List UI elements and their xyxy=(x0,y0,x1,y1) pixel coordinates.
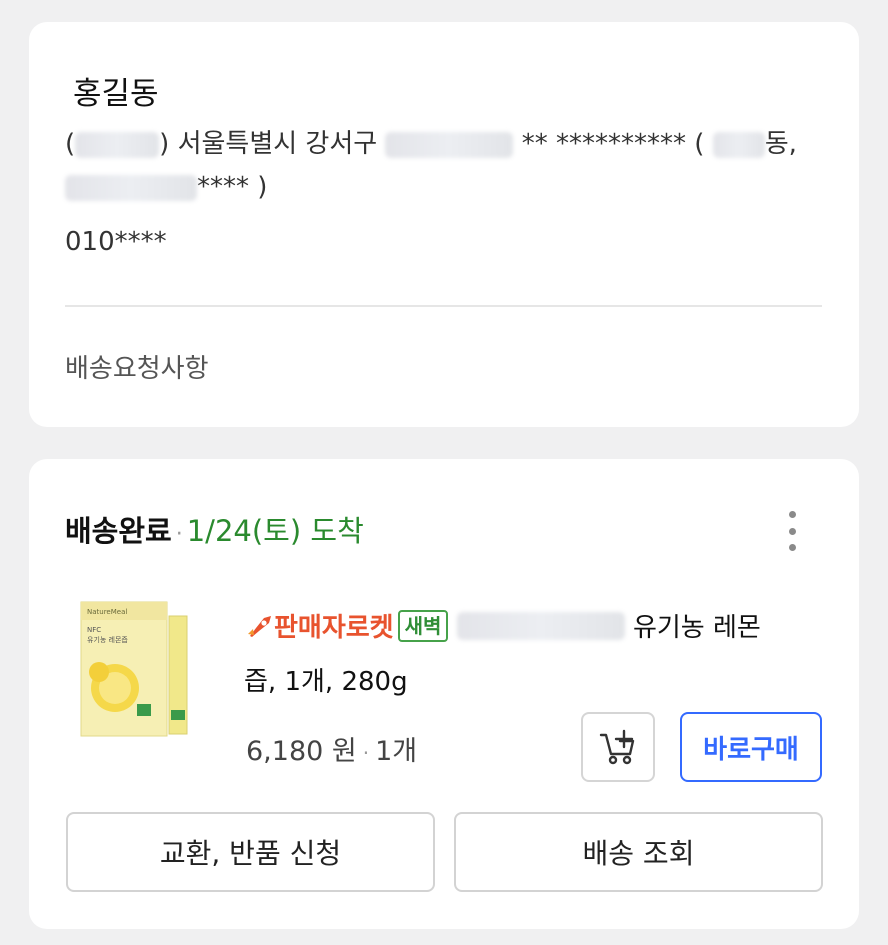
track-delivery-button[interactable]: 배송 조회 xyxy=(454,812,823,892)
rocket-icon xyxy=(248,616,271,637)
product-title[interactable]: 판매자로켓 새벽 유기농 레몬 즙, 1개, 280g xyxy=(244,601,844,709)
product-title-line2: 즙, 1개, 280g xyxy=(244,667,408,697)
arrival-date: 1/24(토) 도착 xyxy=(186,514,364,548)
recipient-name: 홍길동 xyxy=(73,76,159,112)
delivery-status: 배송완료 xyxy=(65,514,172,548)
delivery-request-link[interactable]: 배송요청사항 xyxy=(65,348,209,385)
add-to-cart-icon xyxy=(599,729,635,765)
address-paren-open: ( xyxy=(65,129,76,159)
product-title-visible: 유기농 레몬 xyxy=(632,613,761,643)
svg-text:NFC: NFC xyxy=(87,626,101,634)
dawn-delivery-badge: 새벽 xyxy=(397,610,449,642)
product-thumbnail[interactable]: NatureMeal NFC 유기농 레몬즙 xyxy=(75,592,201,742)
address-line-2: **** ) xyxy=(65,172,267,202)
address-masked-detail: **** ) xyxy=(197,172,268,202)
order-card: 배송완료 · 1/24(토) 도착 NatureMeal NFC 유기농 레몬즙 판… xyxy=(29,459,859,929)
blurred-postcode xyxy=(75,131,160,158)
status-separator: · xyxy=(175,522,183,547)
product-quantity: 1개 xyxy=(375,736,418,767)
address-city: ) 서울특별시 강서구 xyxy=(159,129,378,159)
price-separator: · xyxy=(362,741,370,765)
blurred-product-name xyxy=(456,612,625,640)
product-price: 6,180 원 xyxy=(246,736,357,767)
blurred-dong xyxy=(712,131,765,158)
address-line-1: ( ) 서울특별시 강서구 ** ********** ( 동, xyxy=(65,123,797,160)
phone-number: 010**** xyxy=(65,227,167,257)
add-to-cart-button[interactable] xyxy=(581,712,655,782)
svg-text:NatureMeal: NatureMeal xyxy=(87,608,127,616)
address-dong-suffix: 동, xyxy=(764,129,797,159)
delivery-status-row: 배송완료 · 1/24(토) 도착 xyxy=(65,508,364,550)
blurred-building xyxy=(65,174,197,201)
return-exchange-button[interactable]: 교환, 반품 신청 xyxy=(66,812,435,892)
address-card: 홍길동 ( ) 서울특별시 강서구 ** ********** ( 동, ****… xyxy=(29,22,859,427)
svg-text:유기농 레몬즙: 유기농 레몬즙 xyxy=(87,635,128,644)
buy-now-button[interactable]: 바로구매 xyxy=(680,712,822,782)
blurred-street xyxy=(385,131,514,158)
more-vertical-icon[interactable] xyxy=(782,511,802,551)
seller-rocket-badge: 판매자로켓 xyxy=(244,613,394,643)
address-masked: ** ********** ( xyxy=(521,129,705,159)
divider xyxy=(65,305,822,307)
price-row: 6,180 원 · 1개 xyxy=(246,729,417,768)
